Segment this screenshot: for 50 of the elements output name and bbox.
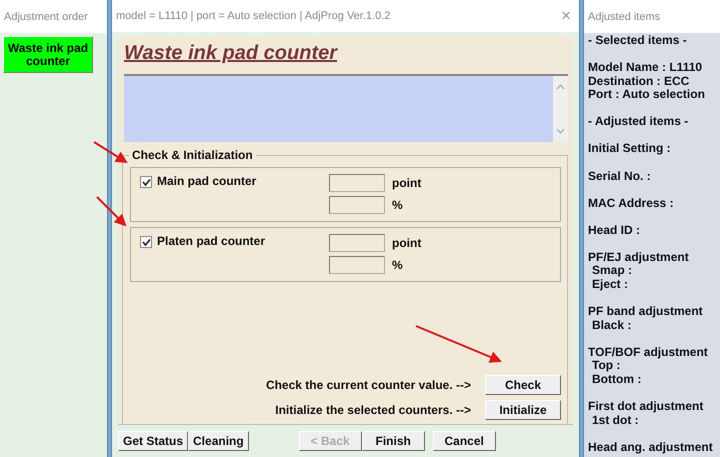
info-line: PF band adjustment bbox=[588, 305, 704, 319]
unit-label: point bbox=[392, 176, 422, 190]
info-line: Top : bbox=[591, 359, 622, 373]
nav-button[interactable]: Finish bbox=[362, 431, 425, 451]
info-line: 1st dot : bbox=[591, 414, 640, 428]
info-line: TOF/BOF adjustment bbox=[588, 346, 709, 360]
info-line: Initial Setting : bbox=[588, 142, 672, 156]
checkbox-label: Main pad counter bbox=[157, 174, 256, 188]
info-line: - Selected items - bbox=[588, 34, 688, 48]
panel-title: Adjusted items bbox=[588, 10, 660, 22]
group-title: Check & Initialization bbox=[129, 148, 256, 162]
instruction-text: Check the current counter value. --> bbox=[266, 378, 471, 392]
panel-title: Adjustment order bbox=[4, 10, 88, 22]
nav-button[interactable]: Cancel bbox=[432, 431, 496, 451]
action-button[interactable]: Check bbox=[485, 375, 561, 395]
info-line: Serial No. : bbox=[588, 170, 652, 184]
info-line: PF/EJ adjustment bbox=[588, 250, 690, 264]
scroll-up-icon[interactable] bbox=[556, 84, 565, 90]
info-line: Black : bbox=[591, 318, 632, 332]
unit-label: % bbox=[392, 198, 403, 212]
input-field[interactable] bbox=[329, 234, 385, 252]
checkbox[interactable] bbox=[140, 236, 152, 248]
input-field[interactable] bbox=[329, 196, 385, 214]
info-line: Destination : ECC bbox=[588, 74, 690, 88]
info-line: Model Name : L1110 bbox=[588, 61, 704, 75]
info-line: Bottom : bbox=[591, 373, 642, 387]
action-button[interactable]: Initialize bbox=[485, 400, 561, 420]
info-line: Smap : bbox=[591, 264, 632, 278]
input-field[interactable] bbox=[329, 174, 385, 192]
instruction-text: Initialize the selected counters. --> bbox=[275, 403, 471, 417]
window-title: model = L1110 | port = Auto selection | AdjProg Ver.1.0.2 bbox=[116, 10, 390, 22]
info-line: MAC Address : bbox=[588, 196, 675, 210]
annotation-arrow bbox=[93, 141, 128, 164]
info-line: Port : Auto selection bbox=[588, 88, 706, 102]
info-line: Head ang. adjustment bbox=[588, 440, 714, 454]
info-line: - Adjusted items - bbox=[588, 115, 690, 129]
info-line: Head ID : bbox=[588, 224, 642, 238]
tool-button[interactable]: Get Status bbox=[118, 431, 188, 451]
page-heading: Waste ink pad counter bbox=[124, 42, 338, 65]
tool-button[interactable]: Cleaning bbox=[188, 431, 249, 451]
annotation-arrow bbox=[96, 196, 126, 226]
info-line: First dot adjustment bbox=[588, 400, 704, 414]
checkbox[interactable] bbox=[140, 176, 152, 188]
adjustment-item[interactable]: Waste ink pad counter bbox=[3, 36, 93, 73]
unit-label: % bbox=[392, 258, 403, 272]
unit-label: point bbox=[392, 236, 422, 250]
input-field[interactable] bbox=[329, 256, 385, 274]
scroll-down-icon[interactable] bbox=[556, 128, 565, 134]
info-line: Eject : bbox=[591, 278, 630, 292]
checkbox-label: Platen pad counter bbox=[157, 234, 266, 248]
